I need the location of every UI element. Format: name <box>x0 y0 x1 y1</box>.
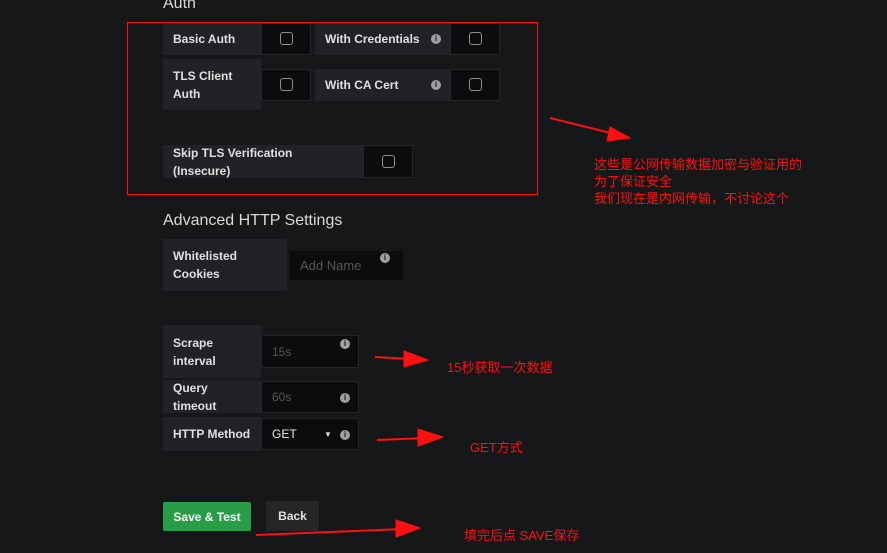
auth-annotation: 这些是公网传输数据加密与验证用的 为了保证安全 我们现在是内网传输，不讨论这个 <box>594 156 802 207</box>
arrow-auth-head <box>606 126 632 142</box>
save-annotation: 填完后点 SAVE保存 <box>464 528 580 543</box>
arrow-save-head <box>395 519 422 538</box>
auth-note-line1: 这些是公网传输数据加密与验证用的 <box>594 157 803 172</box>
auth-note-line2: 为了保证安全 <box>594 174 673 189</box>
scrape-annotation: 15秒获取一次数据 <box>447 360 553 375</box>
arrow-scrape-head <box>403 350 430 368</box>
arrow-save <box>255 528 403 536</box>
annotation-arrows <box>255 117 632 538</box>
arrow-auth <box>549 117 616 135</box>
method-annotation: GET方式 <box>470 440 523 455</box>
arrow-method-head <box>417 428 445 447</box>
auth-note-line3: 我们现在是内网传输，不讨论这个 <box>594 191 790 206</box>
